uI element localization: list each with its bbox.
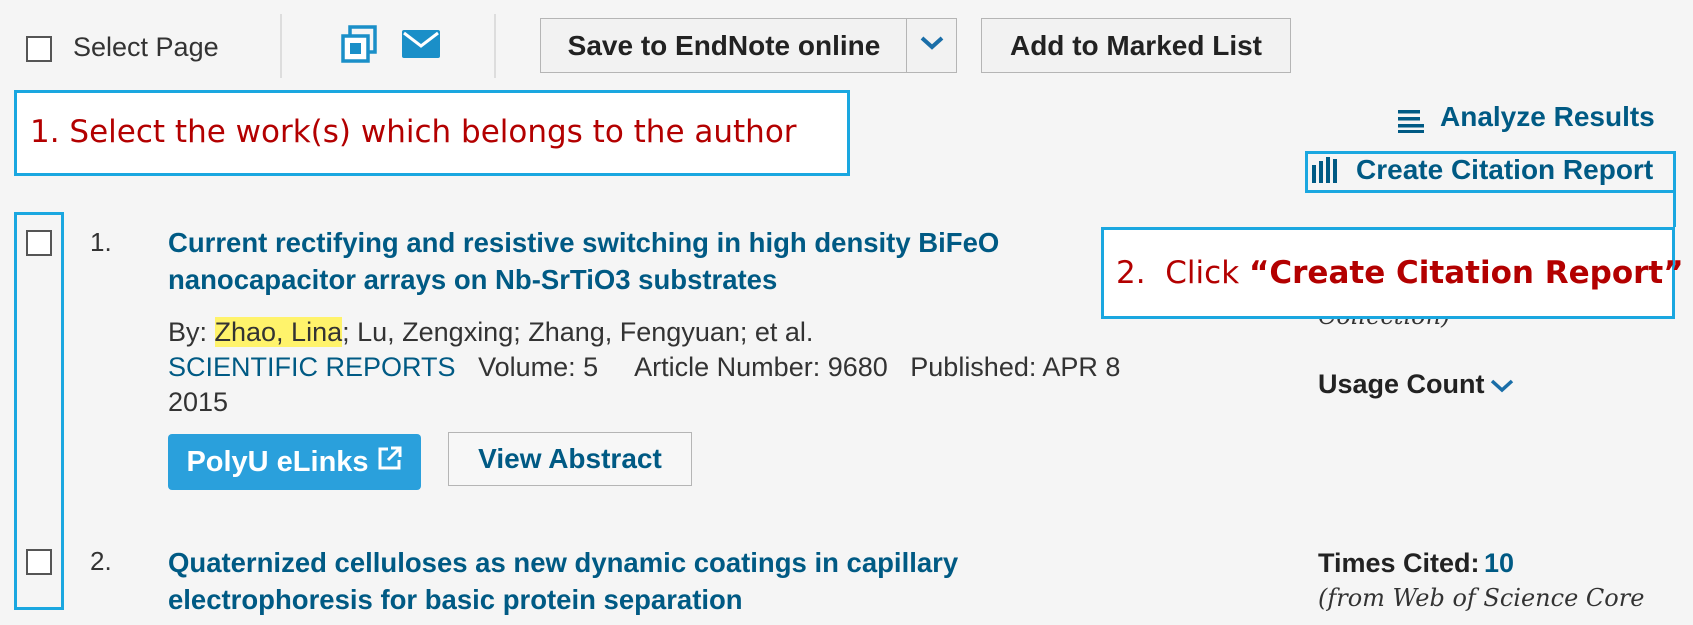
save-options-dropdown[interactable]	[906, 18, 957, 73]
times-cited-count[interactable]: 10	[1484, 548, 1514, 578]
record-number: 1.	[90, 227, 112, 257]
times-cited-label: Times Cited:	[1318, 548, 1480, 578]
record-title-line[interactable]: electrophoresis for basic protein separa…	[168, 581, 1158, 618]
record-authors: By: Zhao, Lina; Lu, Zengxing; Zhang, Fen…	[168, 317, 813, 348]
record-title-line[interactable]: nanocapacitor arrays on Nb-SrTiO3 substr…	[168, 261, 1158, 298]
list-icon	[1398, 107, 1424, 138]
record-title[interactable]: Quaternized celluloses as new dynamic co…	[168, 544, 1158, 618]
record-checkbox[interactable]	[26, 549, 52, 575]
elinks-label: PolyU eLinks	[186, 445, 369, 478]
record-year: 2015	[168, 387, 229, 417]
email-icon[interactable]	[402, 30, 440, 58]
usage-count-toggle[interactable]: Usage Count	[1318, 369, 1515, 400]
times-cited: Times Cited: 10	[1318, 548, 1514, 579]
chevron-down-icon	[1489, 378, 1515, 399]
bar-chart-icon	[1312, 157, 1340, 188]
record-checkbox[interactable]	[26, 230, 52, 256]
from-wos-text: (from Web of Science Core	[1318, 584, 1645, 612]
create-citation-report-link[interactable]: Create Citation Report	[1356, 154, 1653, 186]
record-title[interactable]: Current rectifying and resistive switchi…	[168, 224, 1158, 298]
toolbar-divider	[494, 14, 496, 78]
collection-partial-text: Collection)	[1318, 319, 1450, 329]
select-page-checkbox[interactable]	[26, 36, 52, 62]
analyze-results-link[interactable]: Analyze Results	[1440, 101, 1655, 133]
step1-annotation-text: 1. Select the work(s) which belongs to t…	[30, 114, 797, 150]
record-title-line[interactable]: Current rectifying and resistive switchi…	[168, 224, 1158, 261]
step2-annotation-text: 2. Click “Create Citation Report”	[1116, 255, 1684, 291]
annotation-connector	[1673, 193, 1676, 227]
usage-count-label: Usage Count	[1318, 369, 1485, 399]
polyu-elinks-button[interactable]: PolyU eLinks	[168, 434, 421, 490]
view-abstract-button[interactable]: View Abstract	[448, 432, 692, 486]
chevron-down-icon	[919, 35, 945, 56]
record-source: SCIENTIFIC REPORTS Volume: 5 Article Num…	[168, 352, 1120, 383]
record-details: Volume: 5 Article Number: 9680 Published…	[478, 352, 1121, 382]
by-label: By:	[168, 317, 215, 347]
select-page-label: Select Page	[73, 32, 219, 62]
step2-prefix: 2. Click	[1116, 255, 1250, 291]
record-title-line[interactable]: Quaternized celluloses as new dynamic co…	[168, 544, 1158, 581]
print-icon[interactable]	[340, 25, 378, 65]
step2-emphasis: “Create Citation Report”	[1249, 255, 1684, 291]
external-link-icon	[377, 445, 403, 479]
record-number: 2.	[90, 546, 112, 576]
collection-partial-clip: Collection)	[1318, 319, 1518, 329]
toolbar-divider	[280, 14, 282, 78]
other-authors: ; Lu, Zengxing; Zhang, Fengyuan; et al.	[342, 317, 814, 347]
add-to-marked-list-button[interactable]: Add to Marked List	[981, 18, 1291, 73]
highlighted-author: Zhao, Lina	[214, 317, 343, 347]
journal-link[interactable]: SCIENTIFIC REPORTS	[168, 352, 456, 382]
save-to-endnote-button[interactable]: Save to EndNote online	[540, 18, 908, 73]
